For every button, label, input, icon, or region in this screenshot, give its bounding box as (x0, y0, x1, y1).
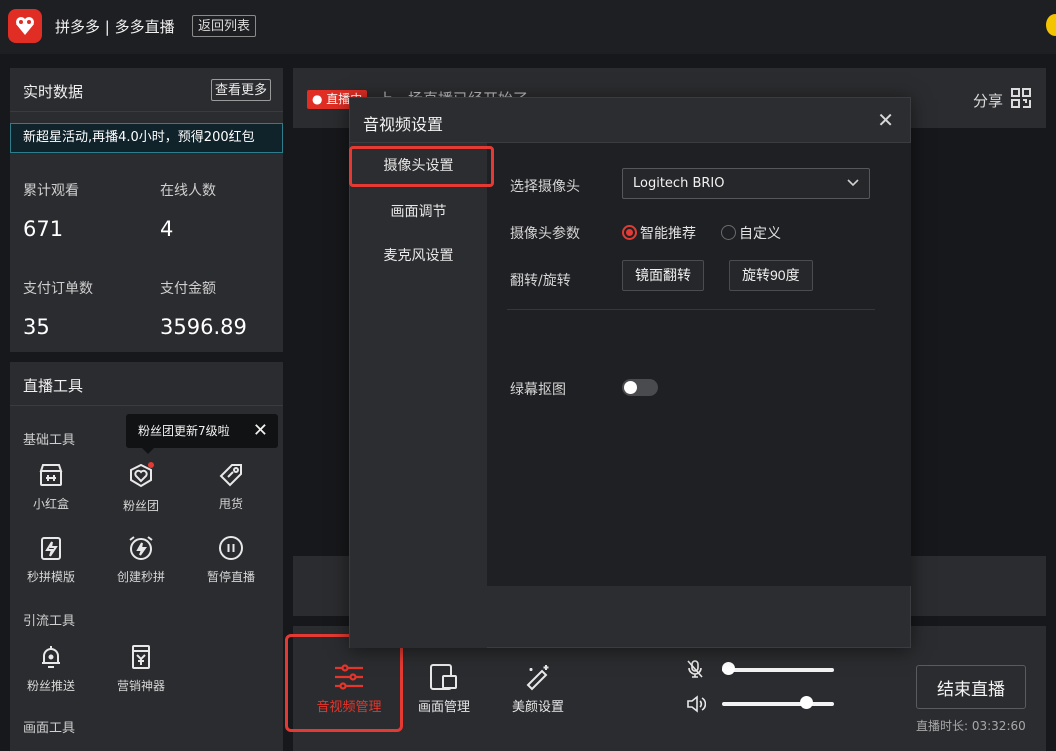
radio-custom-label: 自定义 (739, 226, 781, 242)
tool-label: 暂停直播 (206, 570, 255, 584)
realtime-data-title: 实时数据 (23, 83, 84, 101)
nav-microphone-settings[interactable]: 麦克风设置 (350, 245, 487, 265)
tool-label: 甩货 (218, 497, 243, 511)
camera-params-label: 摄像头参数 (510, 226, 580, 242)
tool-label: 营销神器 (116, 679, 165, 693)
tool-fan-club[interactable]: 粉丝团 (110, 461, 172, 514)
content-divider (507, 309, 875, 310)
tag-icon (219, 464, 242, 487)
select-camera-label: 选择摄像头 (510, 179, 580, 195)
stat-label-total-views: 累计观看 (23, 183, 79, 199)
tool-flash-template[interactable]: 秒拼模版 (20, 534, 82, 585)
microphone-icon[interactable] (686, 659, 704, 679)
tool-label: 创建秒拼 (116, 570, 165, 584)
screen-layout-icon (430, 664, 457, 690)
screen-tools-label: 画面工具 (23, 721, 76, 736)
qr-code-icon[interactable] (1010, 87, 1032, 109)
red-box-icon (39, 464, 63, 486)
tool-fan-push[interactable]: 粉丝推送 (20, 643, 82, 694)
app-title: 拼多多 | 多多直播 (55, 18, 175, 36)
top-bar: 拼多多 | 多多直播 返回列表 (0, 0, 1056, 54)
flip-rotate-label: 翻转/旋转 (510, 273, 571, 289)
chevron-down-icon (847, 179, 859, 187)
tool-label: 秒拼模版 (26, 570, 75, 584)
stat-value-total-views: 671 (23, 217, 64, 241)
modal-nav: 摄像头设置 画面调节 麦克风设置 (350, 143, 487, 648)
view-more-button[interactable]: 查看更多 (210, 79, 271, 101)
stat-label-online: 在线人数 (160, 183, 216, 199)
tool-pause-live[interactable]: 暂停直播 (200, 534, 262, 585)
camera-settings-highlight (349, 146, 494, 187)
stat-value-orders: 35 (23, 315, 50, 339)
basic-tools-label: 基础工具 (23, 433, 76, 448)
radio-custom[interactable] (721, 225, 736, 240)
speaker-slider-thumb[interactable] (800, 696, 813, 709)
microphone-slider-thumb[interactable] (721, 662, 735, 675)
live-duration: 直播时长: 03:32:60 (916, 719, 1026, 733)
tool-clearance[interactable]: 甩货 (200, 461, 262, 512)
live-tools-title: 直播工具 (23, 377, 84, 395)
tool-label: 小红盒 (32, 497, 69, 511)
stat-label-orders: 支付订单数 (23, 281, 93, 297)
camera-select[interactable]: Logitech BRIO (622, 168, 870, 199)
alarm-flash-icon (129, 536, 153, 560)
camera-settings-content: 选择摄像头 Logitech BRIO 摄像头参数 智能推荐 自定义 翻转/旋转… (487, 143, 911, 586)
stat-label-amount: 支付金额 (160, 281, 216, 297)
magic-wand-icon (526, 665, 549, 691)
rotate-90-button[interactable]: 旋转90度 (729, 260, 813, 291)
screen-management-label: 画面管理 (417, 700, 470, 715)
green-screen-label: 绿幕抠图 (510, 382, 566, 398)
tool-marketing[interactable]: 营销神器 (110, 643, 172, 694)
flash-icon (41, 537, 61, 560)
beauty-settings-label: 美颜设置 (511, 700, 564, 715)
realtime-data-header: 实时数据 查看更多 (10, 68, 283, 112)
nav-picture-adjust[interactable]: 画面调节 (350, 201, 487, 221)
radio-smart-label: 智能推荐 (640, 226, 696, 242)
radio-smart-recommend[interactable] (622, 225, 637, 240)
share-label[interactable]: 分享 (973, 90, 1003, 111)
stat-value-amount: 3596.89 (160, 315, 247, 339)
tool-red-box[interactable]: 小红盒 (20, 461, 82, 512)
av-management-highlight (285, 634, 403, 732)
tool-create-flash[interactable]: 创建秒拼 (110, 534, 172, 585)
back-to-list-button[interactable]: 返回列表 (192, 15, 257, 37)
beauty-settings-button[interactable]: 美颜设置 (496, 662, 580, 715)
end-live-button[interactable]: 结束直播 (916, 665, 1026, 709)
close-icon[interactable]: ✕ (253, 414, 268, 448)
screen-management-button[interactable]: 画面管理 (402, 662, 486, 715)
green-screen-toggle[interactable] (622, 379, 658, 396)
tool-label: 粉丝团 (122, 499, 159, 513)
speaker-icon[interactable] (686, 695, 706, 713)
traffic-tools-label: 引流工具 (23, 614, 76, 629)
modal-title: 音视频设置 (363, 115, 444, 134)
tool-label: 粉丝推送 (26, 679, 75, 693)
fan-club-icon (130, 462, 154, 488)
speaker-volume-slider[interactable] (722, 702, 834, 706)
pause-icon (219, 536, 243, 560)
coupon-icon (132, 645, 150, 669)
pinduoduo-logo-icon (8, 9, 42, 43)
microphone-volume-slider[interactable] (722, 668, 834, 672)
fan-club-tooltip: 粉丝团更新7级啦 ✕ (126, 414, 278, 454)
stat-value-online: 4 (160, 217, 174, 241)
promo-banner[interactable]: 新超星活动,再播4.0小时，预得200红包 (10, 123, 283, 153)
mirror-flip-button[interactable]: 镜面翻转 (622, 260, 704, 291)
notification-dot[interactable] (1046, 14, 1056, 36)
tooltip-text: 粉丝团更新7级啦 (138, 424, 230, 438)
live-tools-header: 直播工具 (10, 362, 283, 406)
camera-select-value: Logitech BRIO (633, 176, 725, 191)
bell-icon (42, 646, 60, 668)
close-icon[interactable]: ✕ (877, 108, 894, 132)
realtime-data-panel: 实时数据 查看更多 新超星活动,再播4.0小时，预得200红包 累计观看 671… (10, 68, 283, 352)
